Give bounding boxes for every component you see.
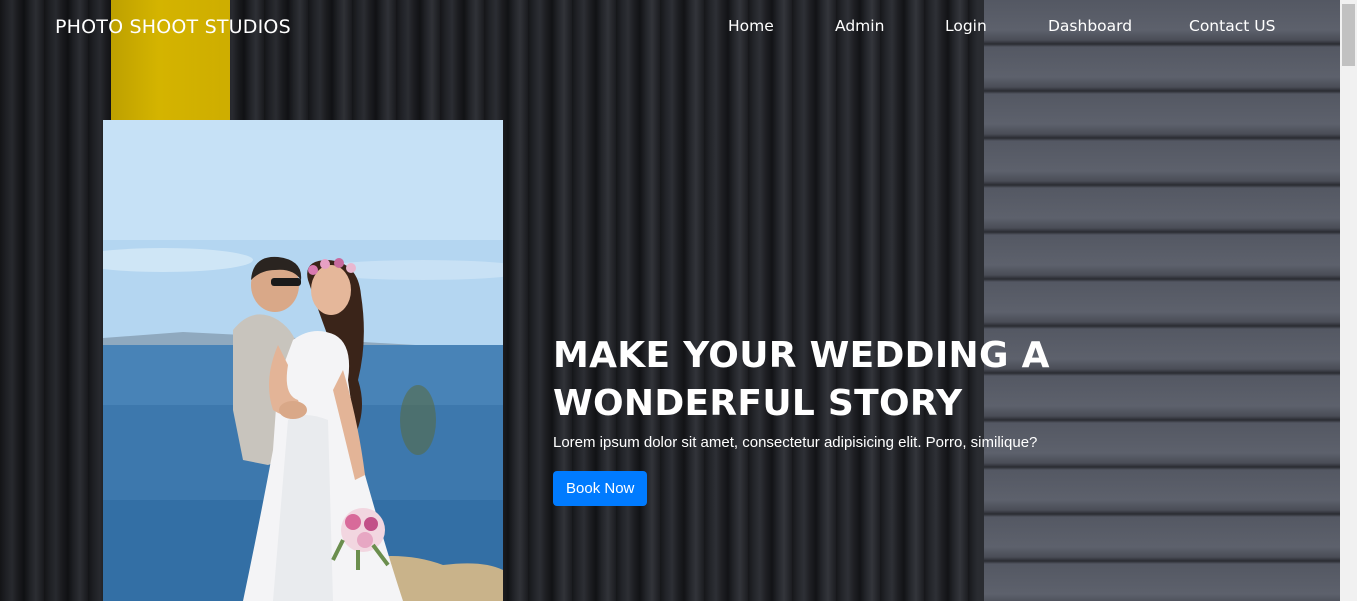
- hero-content: MAKE YOUR WEDDING A WONDERFUL STORY Lore…: [553, 332, 1313, 506]
- hero-title: MAKE YOUR WEDDING A WONDERFUL STORY: [553, 335, 1050, 424]
- scrollbar-thumb[interactable]: [1342, 4, 1355, 66]
- book-now-button[interactable]: Book Now: [553, 471, 648, 506]
- hero-subtitle: Lorem ipsum dolor sit amet, consectetur …: [553, 434, 1038, 451]
- nav-link-login[interactable]: Login: [945, 17, 987, 35]
- nav-link-home[interactable]: Home: [728, 17, 774, 35]
- nav-links: Home Admin Login Dashboard Contact US: [0, 17, 1340, 41]
- nav-link-dashboard[interactable]: Dashboard: [1048, 17, 1132, 35]
- nav-link-contact[interactable]: Contact US: [1189, 17, 1275, 35]
- navbar: PHOTO SHOOT STUDIOS Home Admin Login Das…: [0, 0, 1340, 56]
- nav-link-admin[interactable]: Admin: [835, 17, 884, 35]
- wedding-photo: [103, 120, 503, 601]
- page-scrollbar[interactable]: [1340, 0, 1357, 601]
